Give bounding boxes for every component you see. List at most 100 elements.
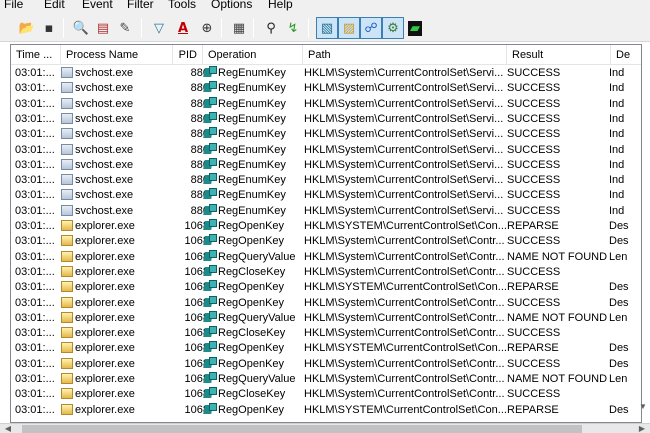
table-row[interactable]: 03:01:... svchost.exe 880 RegEnumKey HKLM\Sy… <box>11 142 641 158</box>
process-name: svchost.exe <box>75 97 134 110</box>
file-activity-button[interactable]: ▨ <box>338 17 360 39</box>
operation-cell: RegEnumKey <box>203 127 313 142</box>
result-cell: SUCCESS <box>507 174 561 187</box>
table-row[interactable]: 03:01:... explorer.exe 1068 RegQueryValue HK… <box>11 372 641 387</box>
registry-operation-icon <box>203 127 217 139</box>
menu-filter[interactable]: Filter <box>127 0 154 11</box>
column-header-process-name[interactable]: Process Name <box>61 45 173 65</box>
table-row[interactable]: 03:01:... explorer.exe 1068 RegQueryValue HK… <box>11 310 641 326</box>
process-name: explorer.exe <box>75 388 135 401</box>
profiling-button[interactable]: ▰ <box>404 17 426 39</box>
time-cell: 03:01:... <box>15 143 59 158</box>
table-row[interactable]: 03:01:... svchost.exe 880 RegEnumKey HKLM\Sy… <box>11 96 641 112</box>
menu-file[interactable]: File <box>4 0 23 11</box>
time-value: 03:01:... <box>15 82 55 95</box>
registry-activity-button[interactable]: ▧ <box>316 17 338 39</box>
table-row[interactable]: 03:01:... explorer.exe 1068 RegOpenKey HKLM\… <box>11 234 641 249</box>
detail-cell: Ind <box>609 158 625 171</box>
filter-button[interactable]: ▽ <box>148 17 170 39</box>
result-cell: SUCCESS <box>507 189 561 202</box>
scrollbar-thumb[interactable] <box>22 425 582 433</box>
table-row[interactable]: 03:01:... explorer.exe 1068 RegOpenKey HKLM\… <box>11 219 641 234</box>
table-row[interactable]: 03:01:... explorer.exe 1068 RegOpenKey HKLM\… <box>11 295 641 311</box>
event-list[interactable]: Time ... Process Name PID Operation Path Resu… <box>10 44 642 423</box>
column-header-operation[interactable]: Operation <box>203 45 303 65</box>
table-row[interactable]: 03:01:... svchost.exe 880 RegEnumKey HKLM\Sy… <box>11 203 641 219</box>
column-header-time[interactable]: Time ... <box>11 45 61 65</box>
operation-cell: RegEnumKey <box>203 173 313 188</box>
time-cell: 03:01:... <box>15 97 59 112</box>
table-row[interactable]: 03:01:... svchost.exe 880 RegEnumKey HKLM\Sy… <box>11 188 641 203</box>
process-tree-icon: ▦ <box>232 20 246 36</box>
horizontal-scrollbar[interactable]: ◀ ▶ <box>0 423 650 433</box>
time-value: 03:01:... <box>15 357 55 370</box>
menu-edit[interactable]: Edit <box>44 0 65 11</box>
time-value: 03:01:... <box>15 327 55 340</box>
process-tree-button[interactable]: ▦ <box>228 17 250 39</box>
time-cell: 03:01:... <box>15 204 59 219</box>
menu-options[interactable]: Options <box>211 0 252 11</box>
time-value: 03:01:... <box>15 143 55 156</box>
scroll-left-arrow-icon[interactable]: ◀ <box>2 424 14 433</box>
table-row[interactable]: 03:01:... explorer.exe 1068 RegCloseKey HKLM… <box>11 387 641 402</box>
network-activity-button[interactable]: ☍ <box>360 17 382 39</box>
process-name: explorer.exe <box>75 265 135 278</box>
file-activity-icon: ▨ <box>342 20 356 36</box>
process-name: explorer.exe <box>75 311 135 324</box>
menu-tools[interactable]: Tools <box>168 0 196 11</box>
magnifier-button[interactable]: 🔍 <box>70 17 92 39</box>
explorer-process-icon <box>61 311 73 323</box>
table-row[interactable]: 03:01:... explorer.exe 1068 RegCloseKey HKLM… <box>11 326 641 341</box>
menu-help[interactable]: Help <box>268 0 293 11</box>
process-cell: svchost.exe <box>61 112 171 127</box>
open-folder-button[interactable]: 📂 <box>16 17 38 39</box>
table-row[interactable]: 03:01:... svchost.exe 880 RegEnumKey HKLM\Sy… <box>11 66 641 81</box>
table-row[interactable]: 03:01:... svchost.exe 880 RegEnumKey HKLM\Sy… <box>11 127 641 142</box>
menu-event[interactable]: Event <box>82 0 113 11</box>
detail-cell: Ind <box>609 189 625 202</box>
scroll-down-arrow-icon[interactable]: ▼ <box>638 402 648 414</box>
table-row[interactable]: 03:01:... explorer.exe 1068 RegOpenKey HKLM\… <box>11 341 641 356</box>
column-header-row: Time ... Process Name PID Operation Path Resu… <box>11 45 641 65</box>
process-name: explorer.exe <box>75 235 135 248</box>
time-cell: 03:01:... <box>15 357 59 372</box>
highlight-button[interactable]: A <box>172 17 194 39</box>
path-cell: HKLM\System\CurrentControlSet\Contr... <box>304 327 505 340</box>
table-row[interactable]: 03:01:... svchost.exe 880 RegEnumKey HKLM\Sy… <box>11 157 641 173</box>
scroll-right-arrow-icon[interactable]: ▶ <box>636 424 648 433</box>
path-cell: HKLM\System\CurrentControlSet\Servi... <box>304 204 504 217</box>
table-row[interactable]: 03:01:... svchost.exe 880 RegEnumKey HKLM\Sy… <box>11 111 641 127</box>
registry-operation-icon <box>203 188 217 200</box>
process-activity-button[interactable]: ⚙ <box>382 17 404 39</box>
operation-name: RegOpenKey <box>218 220 285 232</box>
detail-cell: Ind <box>609 112 625 125</box>
explorer-process-icon <box>61 296 73 308</box>
process-name: explorer.exe <box>75 357 135 370</box>
column-header-result[interactable]: Result <box>507 45 611 65</box>
table-row[interactable]: 03:01:... explorer.exe 1068 RegOpenKey HKLM\… <box>11 356 641 372</box>
table-row[interactable]: 03:01:... explorer.exe 1068 RegQueryValue HK… <box>11 249 641 265</box>
column-header-de[interactable]: De <box>611 45 641 65</box>
table-row[interactable]: 03:01:... svchost.exe 880 RegEnumKey HKLM\Sy… <box>11 173 641 188</box>
result-cell: SUCCESS <box>507 235 561 248</box>
clear-button[interactable]: ✎ <box>114 17 136 39</box>
process-name: explorer.exe <box>75 342 135 355</box>
registry-operation-icon <box>203 203 217 216</box>
operation-name: RegQueryValue <box>218 250 296 263</box>
process-name: svchost.exe <box>75 67 134 79</box>
find-button[interactable]: ⚲ <box>260 17 282 39</box>
table-row[interactable]: 03:01:... svchost.exe 880 RegEnumKey HKLM\Sy… <box>11 81 641 96</box>
path-cell: HKLM\System\CurrentControlSet\Contr... <box>304 311 505 324</box>
jump-button[interactable]: ↯ <box>282 17 304 39</box>
operation-cell: RegEnumKey <box>203 81 313 96</box>
table-row[interactable]: 03:01:... explorer.exe 1068 RegCloseKey HKLM… <box>11 264 641 280</box>
table-row[interactable]: 03:01:... explorer.exe 1068 RegOpenKey HKLM\… <box>11 280 641 295</box>
table-row[interactable]: 03:01:... explorer.exe 1068 RegOpenKey HKLM\… <box>11 402 641 418</box>
autoscroll-button[interactable]: ▤ <box>92 17 114 39</box>
column-header-pid[interactable]: PID <box>173 45 203 65</box>
save-button[interactable]: ▪ <box>38 17 60 39</box>
result-cell: REPARSE <box>507 281 559 294</box>
target-button[interactable]: ⊕ <box>196 17 218 39</box>
operation-cell: RegOpenKey <box>203 234 313 249</box>
column-header-path[interactable]: Path <box>303 45 507 65</box>
